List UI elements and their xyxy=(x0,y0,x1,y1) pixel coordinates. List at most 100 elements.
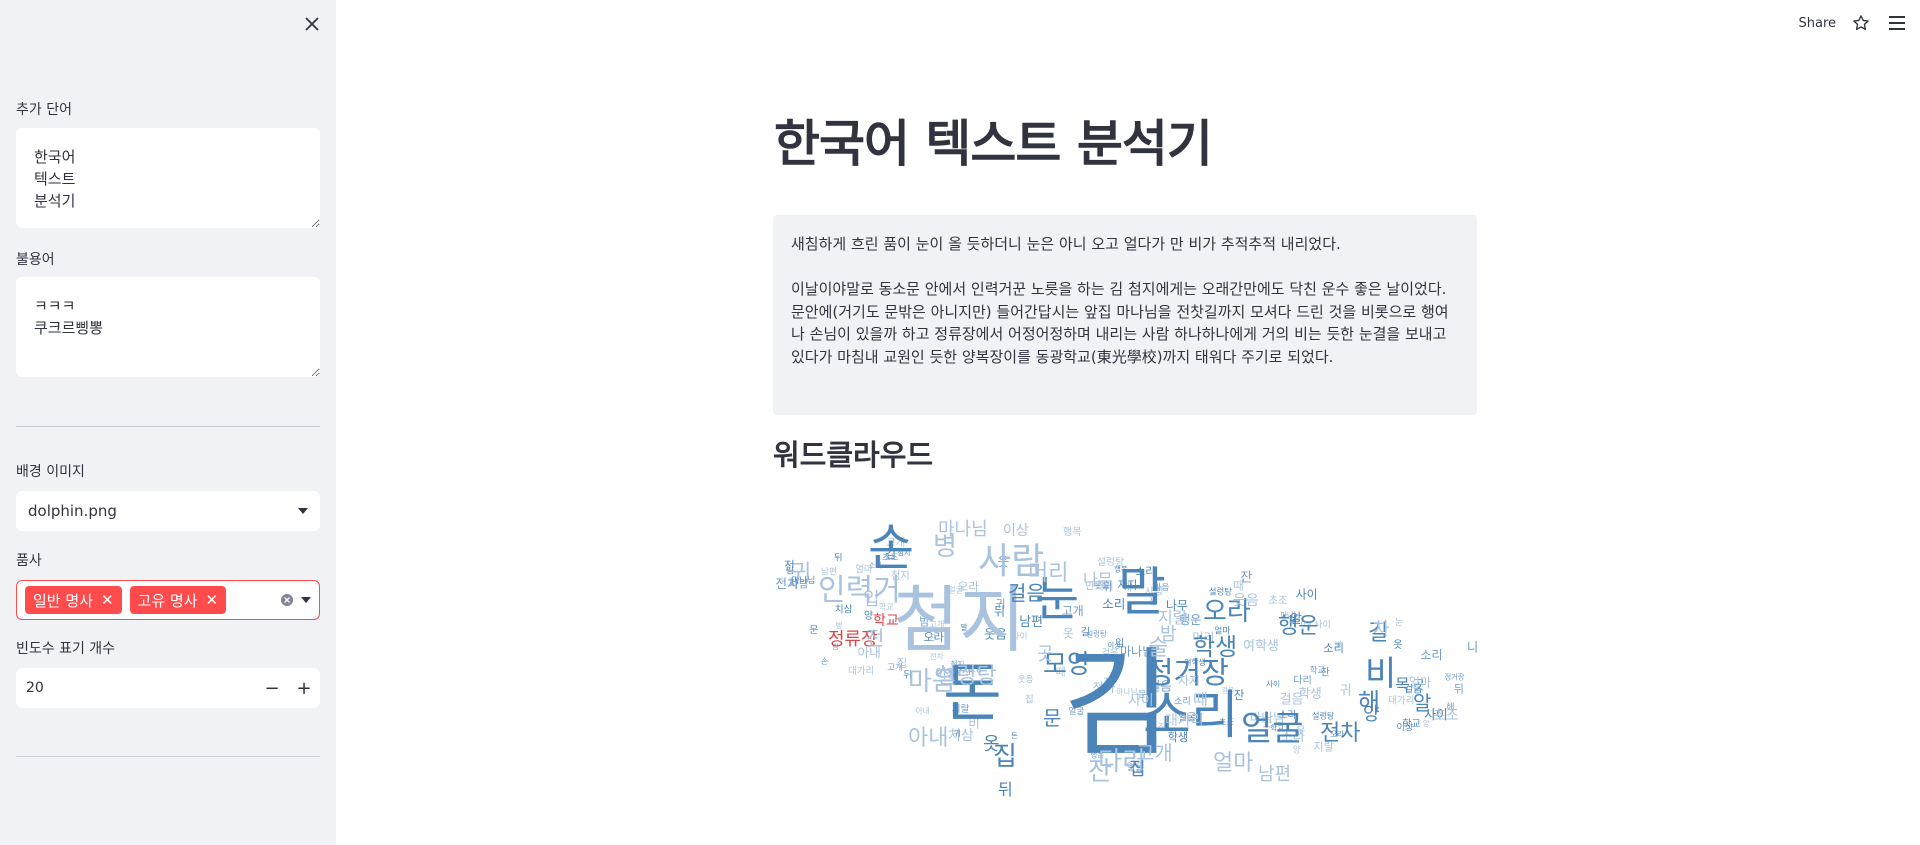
background-image-label: 배경 이미지 xyxy=(16,464,85,480)
wordcloud-filler-word: 잔 xyxy=(1240,571,1252,586)
wordcloud-word: 이상 xyxy=(1003,523,1029,539)
wordcloud-word: 마나님 xyxy=(938,519,988,540)
sidebar-divider-bottom xyxy=(16,756,320,757)
clear-circle-icon[interactable] xyxy=(281,594,293,606)
wordcloud-word: 지랄 xyxy=(1158,608,1188,627)
wordcloud-word: 알 xyxy=(1413,691,1431,715)
share-button[interactable]: Share xyxy=(1798,16,1836,31)
wordcloud-filler-word: 눈 xyxy=(1395,618,1403,628)
wordcloud-word: 곳 xyxy=(1037,644,1054,665)
stopwords-textarea[interactable] xyxy=(16,277,320,377)
wordcloud-word: 양 xyxy=(1363,704,1380,725)
wordcloud-filler-word: 사이 xyxy=(1266,679,1280,689)
wordcloud-filler-word: 귀 xyxy=(1340,683,1352,698)
wordcloud-filler-word: 얼마 xyxy=(1409,676,1431,690)
wordcloud-word: 대가리 xyxy=(1165,713,1204,729)
wordcloud-filler-word: 양 xyxy=(864,610,873,622)
wordcloud-word: 전 xyxy=(866,626,884,650)
main-menu-button[interactable] xyxy=(1886,12,1908,34)
wordcloud-word: 손 xyxy=(868,519,914,577)
wordcloud-word: 인력거 xyxy=(818,573,901,608)
caret-down-icon xyxy=(298,508,308,514)
input-text-display: 새침하게 흐린 품이 눈이 올 듯하더니 눈은 아니 오고 얼다가 만 비가 추… xyxy=(773,215,1477,415)
wordcloud-filler-word: 문 xyxy=(809,624,818,636)
wordcloud-filler-word: 뒤 xyxy=(1454,683,1464,696)
wordcloud-word: 첨지 xyxy=(893,578,1025,662)
remove-tag-icon[interactable]: ✕ xyxy=(206,591,219,609)
wordcloud-image: 마나님대가리해행복아내집인력거사이뒤전차마나님마나님오라걸음오라집여학생곳모양소… xyxy=(775,519,1477,799)
wordcloud-word: 얼굴 xyxy=(1241,709,1304,749)
wordcloud-filler-word: 이상 xyxy=(1397,722,1414,733)
wordcloud-filler-word: 설렁탕 xyxy=(1312,710,1335,720)
wordcloud-word: 때 xyxy=(1193,690,1208,709)
freq-count-label: 빈도수 표기 개수 xyxy=(16,641,116,657)
wordcloud-heading: 워드클라우드 xyxy=(773,438,934,472)
wordcloud-filler-word: 나무 xyxy=(1467,640,1477,655)
wordcloud-word: 아내 xyxy=(908,726,948,751)
wordcloud-word: 치삼 xyxy=(948,728,974,744)
wordcloud-word: 전차 xyxy=(1320,721,1360,746)
wordcloud-filler-word: 소리 xyxy=(1420,648,1442,662)
wordcloud-filler-word: 대가리 xyxy=(848,666,874,677)
wordcloud-word: 사이 xyxy=(1128,693,1154,709)
multiselect-controls xyxy=(281,594,311,606)
wordcloud-word: 자지 xyxy=(1178,674,1200,688)
favorite-button[interactable] xyxy=(1850,12,1872,34)
close-sidebar-button[interactable] xyxy=(300,12,324,36)
extra-words-textarea[interactable] xyxy=(16,128,320,228)
text-paragraph: 이날이야말로 동소문 안에서 인력거꾼 노릇을 하는 김 첨지에게는 오래간만에… xyxy=(791,280,1449,366)
wordcloud-word: 학생 xyxy=(1193,633,1237,661)
freq-count-number-input[interactable]: 20 − + xyxy=(16,668,320,708)
wordcloud-filler-word: 아내 xyxy=(916,706,930,716)
wordcloud-word: 목 xyxy=(1395,675,1410,694)
wordcloud-filler-word: 옷 xyxy=(1393,639,1402,651)
star-icon xyxy=(1853,15,1869,31)
pos-tag-label: 고유 명사 xyxy=(137,591,198,610)
pos-multiselect[interactable]: 일반 명사 ✕ 고유 명사 ✕ xyxy=(16,580,320,620)
wordcloud-filler-word: 설렁탕 xyxy=(1209,586,1232,596)
sidebar: 추가 단어 불용어 배경 이미지 dolphin.png 품사 일반 명사 ✕ … xyxy=(0,0,336,845)
remove-tag-icon[interactable]: ✕ xyxy=(101,591,114,609)
wordcloud-word: 여학생 xyxy=(1243,639,1279,654)
pos-tag-common-noun: 일반 명사 ✕ xyxy=(25,586,122,614)
wordcloud-word: 행운 xyxy=(1278,614,1318,639)
wordcloud-word: 나무 xyxy=(1083,570,1112,589)
wordcloud-word: 행복 xyxy=(1063,526,1081,538)
wordcloud-word: 얼마 xyxy=(1213,751,1253,776)
stopwords-label: 불용어 xyxy=(16,252,55,268)
hamburger-menu-icon xyxy=(1889,16,1905,30)
wordcloud-filler-word: 대가리 xyxy=(1388,696,1414,707)
wordcloud-word: 걸음 xyxy=(1008,581,1045,605)
wordcloud-word: 입 xyxy=(863,589,880,610)
freq-count-value[interactable]: 20 xyxy=(16,680,256,696)
wordcloud-filler-word: 학교 xyxy=(1310,665,1326,675)
wordcloud-filler-word: 사이 xyxy=(1296,588,1318,602)
wordcloud-word: 웃음 xyxy=(1233,593,1259,609)
increment-button[interactable]: + xyxy=(288,668,320,708)
wordcloud-filler-word: 뒤 xyxy=(834,551,843,563)
wordcloud-filler-word: 학생 xyxy=(1299,685,1322,700)
header-actions: Share xyxy=(1798,12,1908,34)
background-image-select[interactable]: dolphin.png xyxy=(16,491,320,531)
wordcloud-word: 문 xyxy=(1043,706,1061,730)
wordcloud-filler-word: 손 xyxy=(821,657,828,666)
wordcloud-word: 귀 xyxy=(791,561,811,586)
pos-label: 품사 xyxy=(16,553,42,569)
text-paragraph: 새침하게 흐린 품이 눈이 올 듯하더니 눈은 아니 오고 얼다가 만 비가 추… xyxy=(791,235,1341,253)
wordcloud-word: 초조 xyxy=(1433,708,1459,724)
wordcloud-filler-word: 집 xyxy=(1025,693,1034,705)
wordcloud-filler-word: 돈 xyxy=(1011,731,1018,740)
close-icon xyxy=(305,17,319,31)
wordcloud-filler-word: 웃음 xyxy=(1018,674,1034,684)
decrement-button[interactable]: − xyxy=(256,668,288,708)
wordcloud-word: 뒤 xyxy=(998,780,1013,799)
background-image-value: dolphin.png xyxy=(28,502,117,520)
wordcloud-word: 마음 xyxy=(908,667,956,697)
wordcloud-filler-word: 양 xyxy=(1423,719,1430,728)
sidebar-divider xyxy=(16,426,320,427)
wordcloud-filler-word: 소리 xyxy=(1323,642,1344,655)
wordcloud-word: 밤 xyxy=(1160,624,1177,645)
pos-tag-label: 일반 명사 xyxy=(33,591,93,610)
pos-tag-proper-noun: 고유 명사 ✕ xyxy=(129,586,227,614)
caret-down-icon[interactable] xyxy=(301,597,311,603)
